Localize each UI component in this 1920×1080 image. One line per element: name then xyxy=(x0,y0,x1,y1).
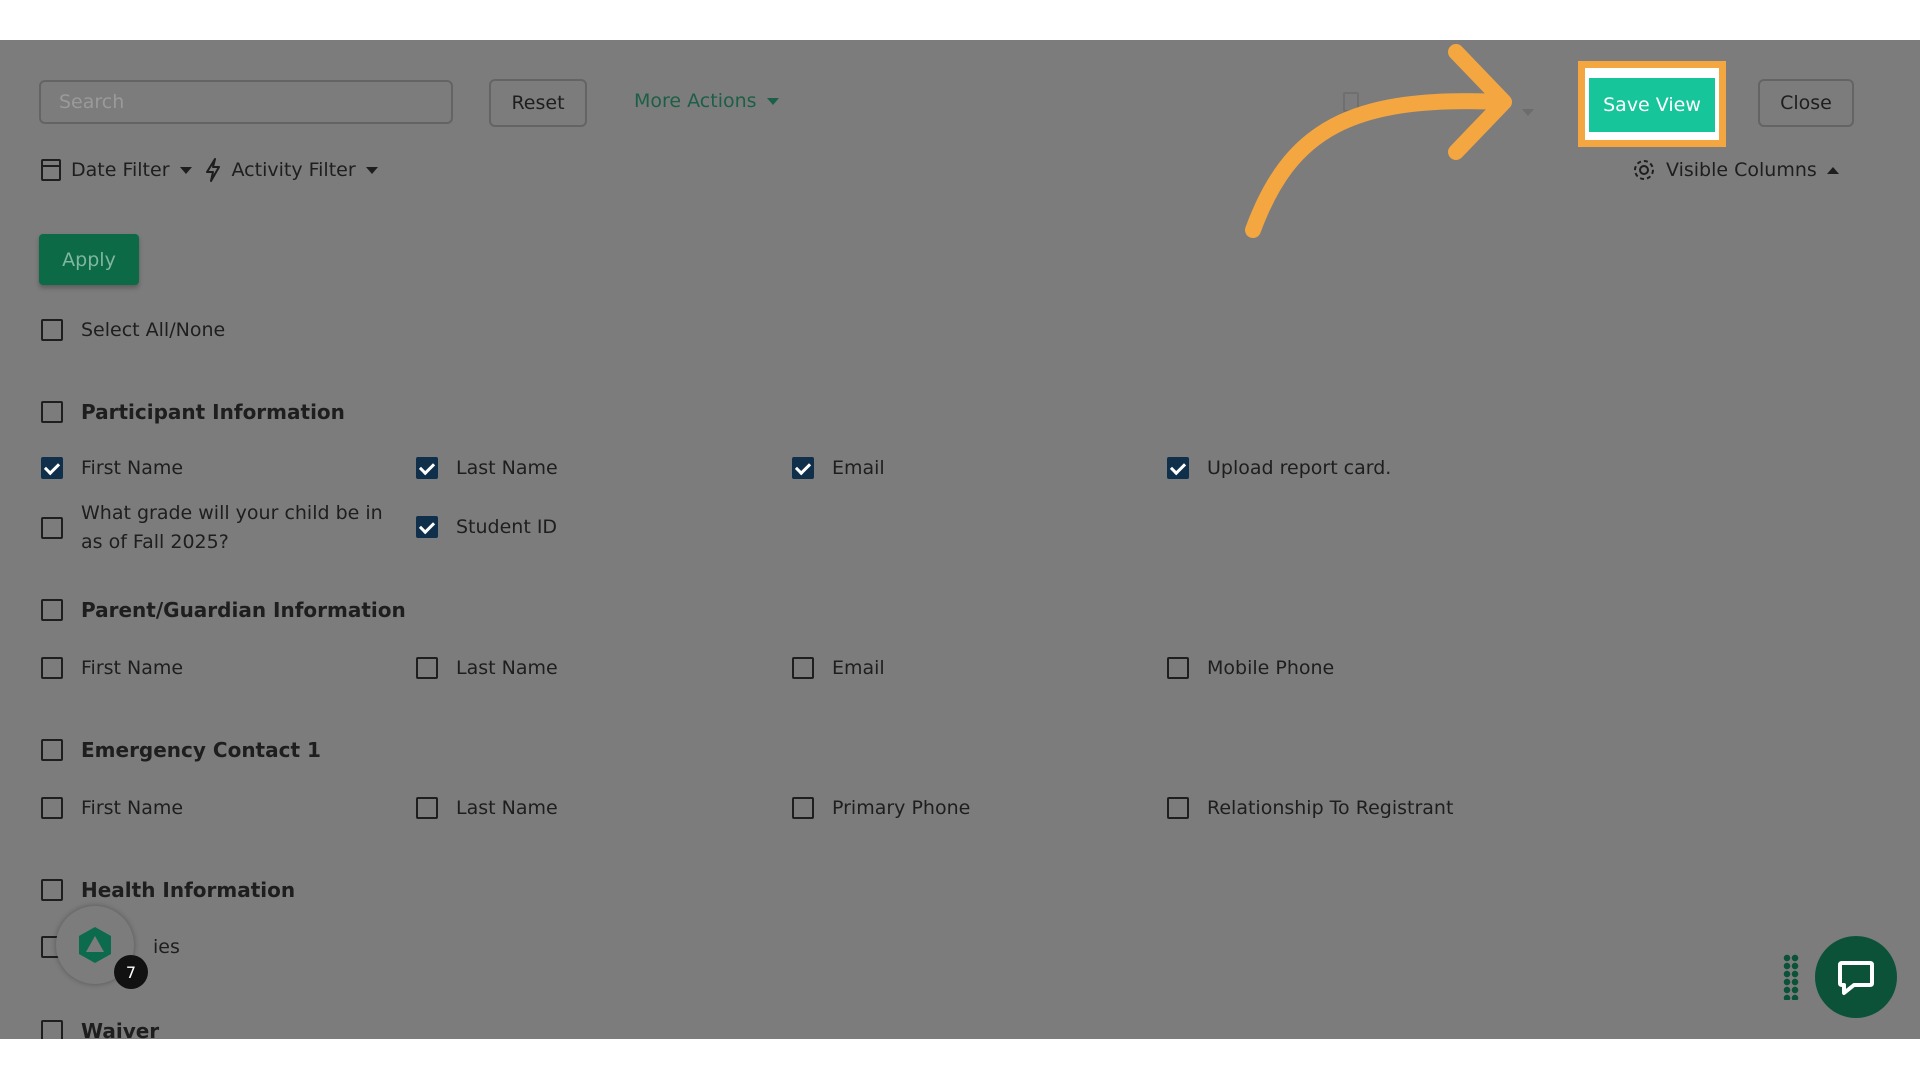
column-checkbox[interactable] xyxy=(416,797,438,819)
column-checkbox[interactable] xyxy=(1167,657,1189,679)
column-label: Student ID xyxy=(456,516,558,538)
column-checkbox[interactable] xyxy=(792,657,814,679)
column-label: Last Name xyxy=(456,797,558,819)
column-label: Email xyxy=(832,457,885,479)
reset-button[interactable]: Reset xyxy=(489,79,587,127)
section-checkbox[interactable] xyxy=(41,739,63,761)
column-label: What grade will your child be in as of F… xyxy=(81,502,383,553)
select-all-row[interactable]: Select All/None xyxy=(41,319,225,341)
column-label: Relationship To Registrant xyxy=(1207,797,1454,819)
column-option[interactable]: Email xyxy=(792,657,885,679)
activity-filter-label: Activity Filter xyxy=(231,159,356,181)
section-waiver[interactable]: Waiver xyxy=(41,1019,159,1039)
column-checkbox[interactable] xyxy=(41,797,63,819)
chevron-down-icon xyxy=(179,166,192,174)
notification-badge: 7 xyxy=(114,955,148,989)
search-input[interactable] xyxy=(39,80,453,124)
drag-handle[interactable] xyxy=(1783,954,1799,1000)
select-all-label: Select All/None xyxy=(81,319,226,341)
section-emergency-contact-1[interactable]: Emergency Contact 1 xyxy=(41,738,321,762)
column-checkbox[interactable] xyxy=(792,457,814,479)
column-option[interactable]: Primary Phone xyxy=(792,797,970,819)
column-option[interactable]: Upload report card. xyxy=(1167,457,1391,479)
column-option[interactable]: Email xyxy=(792,457,885,479)
filter-bar: Date Filter Activity Filter xyxy=(41,158,390,182)
column-label: Upload report card. xyxy=(1207,457,1392,479)
column-option[interactable]: Relationship To Registrant xyxy=(1167,797,1453,819)
date-filter-label: Date Filter xyxy=(71,159,170,181)
section-title: Parent/Guardian Information xyxy=(81,598,406,622)
section-checkbox[interactable] xyxy=(41,599,63,621)
column-label: Email xyxy=(832,657,885,679)
section-participant-information[interactable]: Participant Information xyxy=(41,400,345,424)
column-label: First Name xyxy=(81,657,184,679)
column-checkbox[interactable] xyxy=(41,457,63,479)
section-title: Participant Information xyxy=(81,400,345,424)
visible-columns-label: Visible Columns xyxy=(1666,159,1817,181)
chevron-down-icon xyxy=(365,166,378,174)
section-checkbox[interactable] xyxy=(41,1020,63,1039)
column-checkbox[interactable] xyxy=(416,457,438,479)
column-label: First Name xyxy=(81,797,184,819)
section-title: Emergency Contact 1 xyxy=(81,738,321,762)
lightning-icon xyxy=(205,158,220,182)
date-filter-dropdown[interactable]: Date Filter xyxy=(41,159,192,181)
section-checkbox[interactable] xyxy=(41,879,63,901)
column-option[interactable]: What grade will your child be in as of F… xyxy=(41,499,401,557)
column-checkbox[interactable] xyxy=(1167,457,1189,479)
column-checkbox[interactable] xyxy=(41,657,63,679)
column-option[interactable]: Student ID xyxy=(416,516,557,538)
column-label: Primary Phone xyxy=(832,797,971,819)
chat-button[interactable] xyxy=(1815,936,1897,1018)
column-label: ies xyxy=(153,936,180,958)
section-health-information[interactable]: Health Information xyxy=(41,878,295,902)
column-label: Mobile Phone xyxy=(1207,657,1335,679)
chevron-down-icon xyxy=(766,97,779,105)
select-all-checkbox[interactable] xyxy=(41,319,63,341)
gear-icon xyxy=(1634,160,1654,180)
section-checkbox[interactable] xyxy=(41,401,63,423)
chevron-up-icon xyxy=(1826,166,1839,174)
more-actions-label: More Actions xyxy=(634,90,757,112)
column-option[interactable]: First Name xyxy=(41,457,183,479)
column-checkbox[interactable] xyxy=(1167,797,1189,819)
section-title: Health Information xyxy=(81,878,296,902)
section-title: Waiver xyxy=(81,1019,160,1039)
chat-icon xyxy=(1838,961,1874,995)
more-actions-dropdown[interactable]: More Actions xyxy=(634,90,779,112)
column-label: Last Name xyxy=(456,457,558,479)
close-button[interactable]: Close xyxy=(1758,79,1854,127)
column-option[interactable]: Last Name xyxy=(416,797,558,819)
save-view-highlight: Save View xyxy=(1578,61,1726,147)
column-label: First Name xyxy=(81,457,184,479)
dimmed-overlay: Reset More Actions Save View Close Date … xyxy=(0,40,1920,1039)
column-option[interactable]: First Name xyxy=(41,657,183,679)
logo-icon xyxy=(79,927,111,963)
save-view-button[interactable]: Save View xyxy=(1589,78,1715,132)
column-option[interactable]: Mobile Phone xyxy=(1167,657,1334,679)
column-option[interactable]: Last Name xyxy=(416,657,558,679)
apply-button[interactable]: Apply xyxy=(39,234,139,285)
activity-filter-dropdown[interactable]: Activity Filter xyxy=(204,158,378,182)
calendar-icon xyxy=(41,159,61,181)
section-parent-guardian-information[interactable]: Parent/Guardian Information xyxy=(41,598,406,622)
column-checkbox[interactable] xyxy=(792,797,814,819)
visible-columns-toggle[interactable]: Visible Columns xyxy=(1632,158,1839,182)
column-checkbox[interactable] xyxy=(416,516,438,538)
column-label: Last Name xyxy=(456,657,558,679)
column-checkbox[interactable] xyxy=(416,657,438,679)
column-option[interactable]: Last Name xyxy=(416,457,558,479)
annotation-arrow-icon xyxy=(1245,44,1512,238)
column-checkbox[interactable] xyxy=(41,517,63,539)
column-option[interactable]: First Name xyxy=(41,797,183,819)
